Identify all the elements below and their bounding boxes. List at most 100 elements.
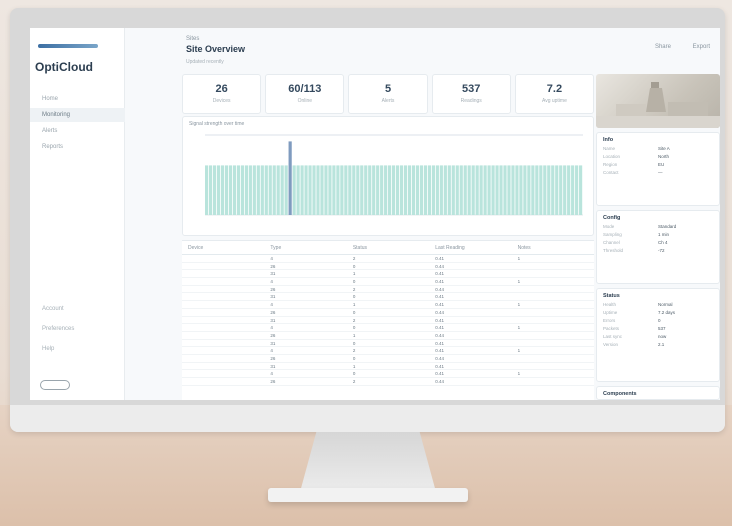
column-header[interactable]: Last Reading — [429, 241, 511, 254]
account-link[interactable]: Account — [42, 306, 64, 312]
table-row[interactable]: 26 0 0.44 — [182, 263, 594, 271]
chart-bar — [511, 165, 515, 215]
table-cell — [182, 378, 264, 385]
table-cell: 0.41 — [435, 302, 444, 308]
table-row[interactable]: 31 1 0.41 — [182, 270, 594, 279]
table-row[interactable]: 31 1 0.41 — [182, 363, 594, 371]
right-panel: Info Name Site A Location North Region EU C… — [596, 74, 720, 400]
sidebar-item-home[interactable]: Home — [30, 92, 125, 106]
stat-card[interactable]: 537 Readings — [431, 74, 511, 114]
config-key: Channel — [603, 240, 620, 245]
config-panel-title: Config — [603, 215, 621, 221]
table-row[interactable]: 31 0 0.41 — [182, 340, 594, 348]
table-cell — [182, 340, 264, 347]
table-cell — [182, 263, 264, 270]
chart-bar — [252, 165, 256, 215]
table-row[interactable]: 26 2 0.44 — [182, 378, 594, 386]
chart-bar — [495, 165, 499, 215]
sidebar-item-reports[interactable]: Reports — [30, 140, 125, 154]
table-cell: 31 — [270, 294, 276, 300]
components-panel-title: Components — [603, 391, 637, 397]
table-row[interactable]: 4 2 0.41 1 — [182, 347, 594, 355]
main-content: Sites Site Overview Updated recently Sha… — [126, 28, 720, 400]
table-row[interactable]: 4 1 0.41 1 — [182, 301, 594, 309]
stat-label: Online — [297, 98, 313, 104]
chart-bar — [507, 165, 511, 215]
chart-bar — [228, 165, 233, 215]
chart-bar — [308, 165, 312, 215]
column-header[interactable]: Notes — [512, 241, 594, 254]
chart-bar — [407, 165, 412, 215]
chart-bar — [336, 165, 340, 215]
table-row[interactable]: 31 2 0.41 — [182, 317, 594, 325]
status-row: Version 2.1 — [597, 341, 719, 349]
components-panel[interactable]: Components — [596, 386, 720, 400]
chart-bar — [205, 165, 209, 215]
table-row[interactable]: 4 0 0.41 1 — [182, 370, 594, 378]
table-cell — [512, 363, 594, 370]
config-value: -72 — [658, 248, 665, 253]
table-row[interactable]: 4 2 0.41 1 — [182, 255, 594, 263]
table-cell: 26 — [270, 332, 276, 338]
export-button[interactable]: Export — [693, 44, 710, 50]
status-key: Uptime — [603, 310, 618, 315]
status-row: Errors 0 — [597, 317, 719, 325]
table-cell — [512, 340, 594, 347]
chart-bar — [435, 165, 439, 215]
table-row[interactable]: 31 0 0.41 — [182, 293, 594, 302]
chart-bar — [208, 165, 213, 215]
status-panel: Status Health Normal Uptime 7.2 days Error… — [596, 288, 720, 382]
table-cell: 26 — [270, 309, 276, 315]
config-row: Threshold -72 — [597, 247, 719, 255]
sidebar-item-alerts[interactable]: Alerts — [30, 124, 125, 138]
app-screen: OptiCloud Home Monitoring Alerts Reports… — [30, 28, 720, 400]
table-cell: 2 — [352, 286, 356, 292]
table-row[interactable]: 26 0 0.44 — [182, 309, 594, 317]
chart-bar — [292, 165, 296, 215]
column-header[interactable]: Device — [182, 241, 264, 254]
column-header[interactable]: Status — [347, 241, 429, 254]
table-cell: 0.44 — [435, 309, 444, 315]
table-cell — [182, 301, 264, 308]
table-cell: 0.41 — [435, 348, 444, 354]
table-row[interactable]: 26 1 0.44 — [182, 332, 594, 340]
table-cell: 0.41 — [435, 279, 444, 285]
chart-bar — [320, 165, 324, 215]
stat-card[interactable]: 5 Alerts — [348, 74, 428, 114]
status-key: Version — [603, 342, 619, 347]
status-row: Last sync now — [597, 333, 719, 341]
header-actions: Share Export — [635, 44, 710, 50]
chart-bar — [340, 165, 344, 215]
config-row: Sampling 1 min — [597, 231, 719, 239]
monitor-chin — [10, 405, 725, 432]
table-cell — [512, 263, 594, 270]
table-row[interactable]: 4 0 0.41 1 — [182, 324, 594, 332]
help-link[interactable]: Help — [42, 346, 54, 352]
stat-value: 26 — [215, 83, 228, 95]
breadcrumb[interactable]: Sites — [186, 36, 199, 42]
table-cell — [182, 317, 264, 324]
chart-bar — [543, 165, 547, 215]
preferences-link[interactable]: Preferences — [42, 326, 74, 332]
table-body: 4 2 0.41 1 26 0 0.44 31 1 0.41 4 0 0.41 1 26 2 0.44 31 0 0.… — [182, 255, 594, 386]
stat-card[interactable]: 26 Devices — [182, 74, 262, 114]
stat-value: 5 — [384, 83, 392, 95]
table-row[interactable]: 4 0 0.41 1 — [182, 278, 594, 286]
table-cell: 0 — [352, 294, 356, 300]
stat-card[interactable]: 60/113 Online — [265, 74, 345, 114]
chart-bar — [212, 165, 217, 215]
config-value: Ch 4 — [658, 240, 668, 245]
stat-card[interactable]: 7.2 Avg uptime — [514, 74, 595, 114]
chart-bar — [419, 165, 424, 215]
stat-label: Alerts — [381, 98, 395, 104]
column-header[interactable]: Type — [264, 241, 346, 254]
table-cell: 1 — [517, 371, 521, 377]
table-row[interactable]: 26 2 0.44 — [182, 286, 594, 294]
chart-bar — [551, 165, 555, 215]
table-row[interactable]: 26 0 0.44 — [182, 355, 594, 363]
table-cell: 4 — [270, 256, 273, 261]
share-button[interactable]: Share — [655, 44, 671, 50]
stat-label: Devices — [212, 98, 231, 104]
sidebar-item-monitoring[interactable]: Monitoring — [30, 108, 125, 122]
chart-bar — [392, 165, 396, 215]
